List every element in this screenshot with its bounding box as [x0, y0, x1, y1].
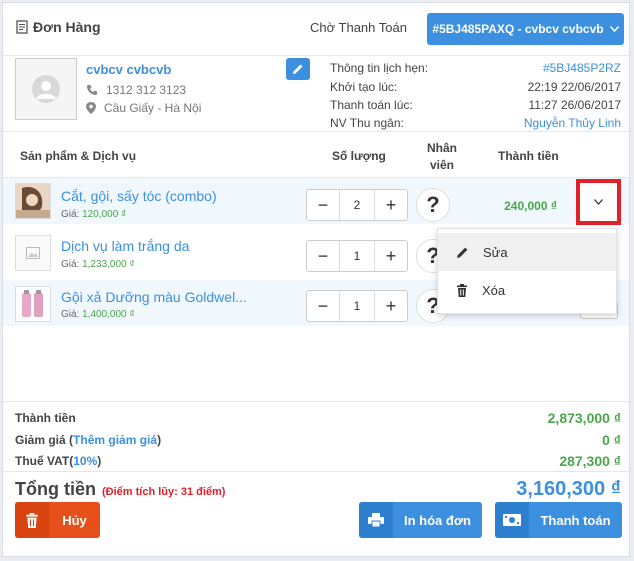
map-pin-icon	[86, 102, 96, 114]
product-price: 120,000 ₫	[82, 209, 127, 220]
decrease-button[interactable]: −	[307, 291, 339, 321]
discount-label: Giảm giá	[15, 433, 66, 447]
product-thumbnail	[15, 286, 51, 322]
page-title: Đơn Hàng	[33, 19, 101, 35]
product-thumbnail	[15, 235, 51, 271]
cancel-label: Hủy	[62, 512, 87, 528]
panel-header: Đơn Hàng	[15, 19, 101, 35]
quantity-value[interactable]: 2	[339, 190, 375, 220]
row-actions-toggle[interactable]	[576, 179, 621, 225]
order-status: Chờ Thanh Toán	[310, 20, 407, 35]
grand-total-label: Tổng tiền	[15, 479, 96, 499]
pencil-icon	[293, 64, 303, 74]
customer-phone-row: 1312 312 3123	[86, 83, 186, 97]
loyalty-points: (Điểm tích lũy: 31 điểm)	[101, 486, 226, 498]
created-label: Khởi tạo lúc:	[330, 80, 398, 94]
quantity-value[interactable]: 1	[339, 291, 375, 321]
col-header-staff-1: Nhân	[427, 141, 457, 155]
image-placeholder-icon	[26, 247, 40, 259]
menu-item-label: Sửa	[483, 244, 508, 260]
receipt-icon	[16, 20, 28, 34]
price-label: Giá:	[61, 259, 80, 270]
discount-row: Giảm giá (Thêm giảm giá)	[15, 433, 162, 447]
add-discount-link[interactable]: Thêm giảm giá	[73, 433, 157, 447]
order-select-button[interactable]: #5BJ485PAXQ - cvbcv cvbcvb	[427, 13, 624, 45]
divider	[3, 401, 629, 402]
trash-icon	[15, 502, 49, 538]
product-name[interactable]: Gội xả Dưỡng màu Goldwel...	[61, 289, 247, 305]
vat-rate[interactable]: 10%	[73, 454, 97, 468]
product-price-row: Giá: 120,000 ₫	[61, 209, 126, 220]
pay-label: Thanh toán	[540, 512, 611, 528]
divider	[3, 55, 629, 56]
increase-button[interactable]: +	[375, 291, 407, 321]
line-total: 240,000 ₫	[504, 199, 557, 213]
created-value: 22:19 22/06/2017	[527, 80, 621, 94]
cashier-link[interactable]: Nguyễn Thủy Linh	[524, 116, 621, 130]
appointment-link[interactable]: #5BJ485P2RZ	[543, 61, 621, 75]
chevron-down-icon	[594, 199, 603, 205]
menu-item-label: Xóa	[482, 282, 506, 298]
order-panel: Đơn Hàng Chờ Thanh Toán #5BJ485PAXQ - cv…	[2, 2, 630, 557]
customer-address: Cầu Giấy - Hà Nội	[104, 101, 202, 115]
quantity-value[interactable]: 1	[339, 241, 375, 271]
vat-row: Thuế VAT(10%)	[15, 454, 102, 468]
cashier-label: NV Thu ngân:	[330, 116, 404, 130]
vat-label: Thuế VAT	[15, 454, 70, 468]
print-label: In hóa đơn	[403, 512, 471, 528]
increase-button[interactable]: +	[375, 190, 407, 220]
printer-icon	[359, 502, 393, 538]
col-header-staff-2: viên	[430, 158, 455, 172]
avatar	[15, 58, 77, 120]
quantity-stepper: − 1 +	[306, 240, 408, 272]
pencil-icon	[457, 247, 468, 258]
product-name[interactable]: Dịch vụ làm trắng da	[61, 238, 189, 254]
product-price-row: Giá: 1,400,000 ₫	[61, 309, 135, 320]
quantity-stepper: − 2 +	[306, 189, 408, 221]
customer-phone: 1312 312 3123	[106, 83, 187, 97]
phone-icon	[87, 85, 97, 95]
product-thumbnail	[15, 183, 51, 219]
product-price-row: Giá: 1,233,000 ₫	[61, 259, 135, 270]
col-header-qty: Số lượng	[332, 149, 386, 163]
discount-value: 0 ₫	[602, 432, 621, 448]
row-actions-menu: Sửa Xóa	[437, 228, 617, 314]
subtotal-value: 2,873,000 ₫	[547, 410, 621, 426]
vat-value: 287,300 ₫	[559, 453, 621, 469]
increase-button[interactable]: +	[375, 241, 407, 271]
price-label: Giá:	[61, 309, 80, 320]
trash-icon	[457, 283, 467, 297]
pay-button[interactable]: Thanh toán	[495, 502, 622, 538]
divider	[3, 471, 629, 472]
quantity-stepper: − 1 +	[306, 290, 408, 322]
col-header-product: Sản phẩm & Dịch vụ	[20, 149, 137, 163]
menu-item-edit[interactable]: Sửa	[438, 233, 616, 271]
chevron-down-icon	[609, 26, 619, 32]
paid-value: 11:27 26/06/2017	[528, 98, 621, 112]
edit-customer-button[interactable]	[286, 58, 310, 80]
price-label: Giá:	[61, 209, 80, 220]
print-invoice-button[interactable]: In hóa đơn	[359, 502, 482, 538]
menu-item-delete[interactable]: Xóa	[438, 271, 616, 309]
subtotal-label: Thành tiền	[15, 411, 76, 425]
col-header-total: Thành tiền	[498, 149, 559, 163]
appointment-label: Thông tin lịch hẹn:	[330, 61, 429, 75]
paid-label: Thanh toán lúc:	[330, 98, 413, 112]
order-select-label: #5BJ485PAXQ - cvbcv cvbcvb	[432, 22, 604, 36]
customer-name[interactable]: cvbcv cvbcvb	[86, 62, 171, 77]
assign-staff-button[interactable]: ?	[416, 188, 450, 222]
product-name[interactable]: Cắt, gội, sấy tóc (combo)	[61, 188, 217, 204]
cash-icon	[495, 502, 529, 538]
grand-total-value: 3,160,300 ₫	[516, 478, 621, 500]
product-price: 1,233,000 ₫	[82, 259, 135, 270]
user-avatar-icon	[32, 75, 60, 103]
divider	[3, 131, 629, 132]
cancel-button[interactable]: Hủy	[15, 502, 100, 538]
product-price: 1,400,000 ₫	[82, 309, 135, 320]
customer-address-row: Cầu Giấy - Hà Nội	[86, 101, 201, 115]
decrease-button[interactable]: −	[307, 190, 339, 220]
grand-total-row: Tổng tiền (Điểm tích lũy: 31 điểm)	[15, 479, 225, 500]
decrease-button[interactable]: −	[307, 241, 339, 271]
